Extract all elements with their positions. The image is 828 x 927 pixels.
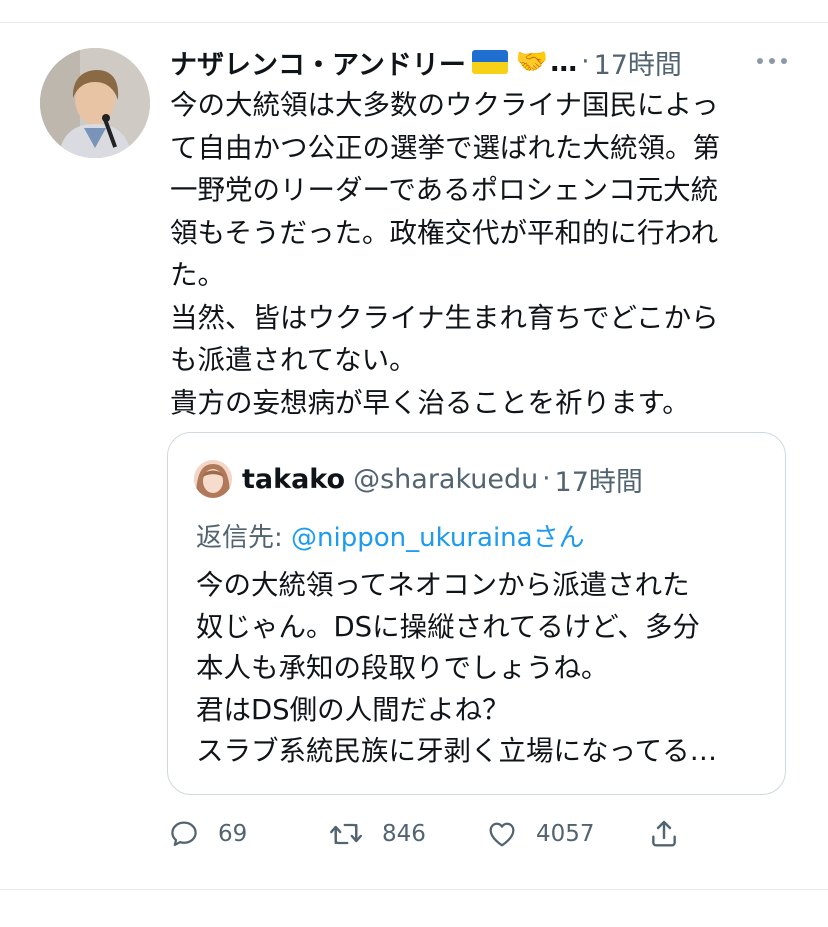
quoted-tweet-line: スラブ系統民族に牙剥く立場になってる… (196, 735, 718, 767)
share-icon (652, 820, 676, 847)
quoted-tweet-line: 今の大統領ってネオコンから派遣された (196, 569, 690, 601)
quoted-author-avatar (194, 460, 232, 498)
tweet-line: 貴方の妄想病が早く治ることを祈ります。 (170, 386, 690, 419)
replying-to-suffix: さん (532, 523, 585, 553)
top-divider (0, 22, 828, 23)
tweet-line: 領もそうだった。政権交代が平和的に行われ (170, 216, 719, 249)
quoted-tweet-card[interactable]: takako @sharakuedu · 17時間 返信先: @nippon_u… (167, 432, 786, 795)
quoted-tweet-body: 今の大統領ってネオコンから派遣された 奴じゃん。DSに操縦されてるけど、多分 本… (196, 565, 766, 773)
retweet-count: 846 (382, 821, 426, 847)
tweet-line: て自由かつ公正の選挙で選ばれた大統領。第 (170, 131, 720, 164)
tweet-line: 一野党のリーダーであるポロシェンコ元大統 (170, 174, 719, 206)
quoted-author-handle: @sharakuedu (353, 463, 539, 495)
tweet-line: 今の大統領は大多数のウクライナ国民によっ (170, 89, 719, 121)
quoted-author-name: takako (242, 463, 346, 495)
bottom-divider (0, 889, 828, 890)
more-options-icon[interactable] (752, 48, 792, 74)
reply-button[interactable]: 69 (168, 812, 247, 856)
retweet-button[interactable]: 846 (328, 812, 426, 856)
like-button[interactable]: 4057 (486, 812, 595, 856)
tweet-line: も派遣されてない。 (170, 344, 417, 376)
quoted-tweet-line: 本人も承知の段取りでしょうね。 (196, 652, 609, 684)
share-button[interactable] (648, 812, 680, 856)
quoted-tweet-line: 奴じゃん。DSに操縦されてるけど、多分 (196, 610, 700, 643)
tweet-line: 当然、皆はウクライナ生まれ育ちでどこから (170, 301, 719, 334)
replying-to-mention[interactable]: @nippon_ukuraina (291, 523, 533, 553)
ukraine-flag-icon (471, 50, 508, 74)
handshake-emoji-icon: 🤝 (515, 47, 549, 77)
author-avatar[interactable] (40, 48, 150, 158)
tweet-timestamp[interactable]: 17時間 (594, 43, 682, 82)
quoted-tweet-timestamp: 17時間 (554, 466, 643, 498)
quoted-header-separator: · (542, 464, 551, 494)
replying-to-prefix: 返信先: (196, 523, 292, 553)
author-display-name[interactable]: ナザレンコ・アンドリー (170, 43, 466, 82)
name-truncation: … (550, 46, 578, 78)
heart-icon (489, 822, 515, 847)
replying-to: 返信先: @nippon_ukurainaさん (196, 517, 585, 554)
retweet-icon (330, 823, 362, 845)
tweet-line: た。 (170, 259, 225, 291)
tweet-header: ナザレンコ・アンドリー 🤝 … · 17時間 (170, 42, 810, 82)
header-separator: · (581, 47, 590, 77)
tweet-actions: 69 846 4057 (168, 812, 688, 856)
quoted-tweet-line: 君はDS側の人間だよね？ (196, 693, 510, 726)
quoted-tweet-header: takako @sharakuedu · 17時間 (194, 459, 643, 499)
reply-count: 69 (218, 821, 248, 847)
like-count: 4057 (536, 821, 595, 847)
tweet-body: 今の大統領は大多数のウクライナ国民によっ て自由かつ公正の選挙で選ばれた大統領。… (170, 84, 790, 424)
reply-icon (171, 821, 197, 847)
